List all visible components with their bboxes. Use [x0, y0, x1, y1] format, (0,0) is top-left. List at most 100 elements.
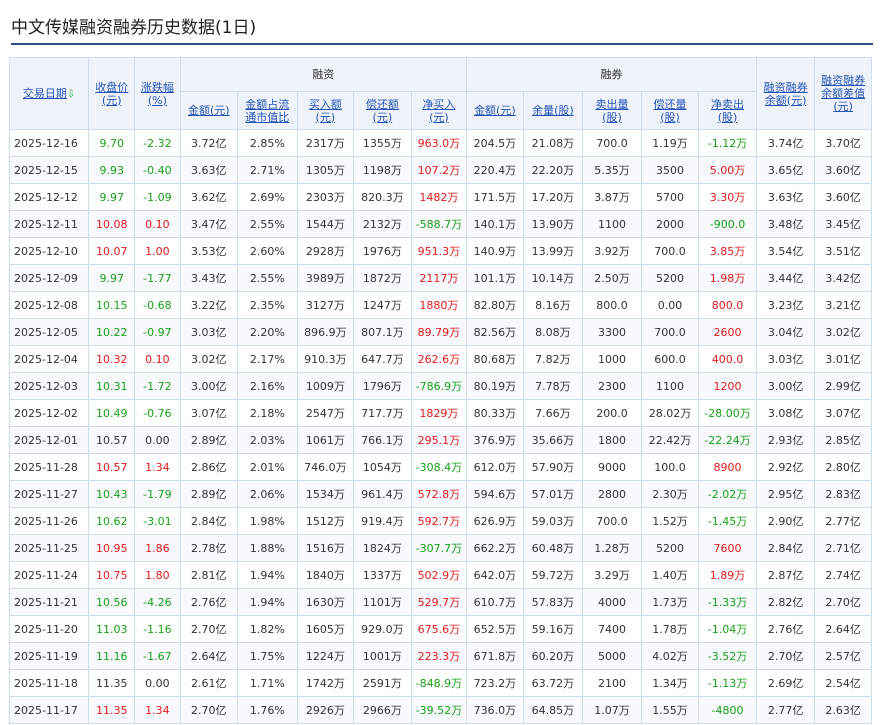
header-total-label[interactable]: 融资融券余额(元) — [760, 81, 812, 107]
header-total[interactable]: 融资融券余额(元) — [755, 57, 816, 130]
rq-sell-cell: 800.0 — [582, 291, 642, 319]
header-rz-ratio-label[interactable]: 金额占流通市值比 — [241, 98, 293, 124]
rz-net-cell: 2117万 — [410, 264, 468, 292]
header-date[interactable]: 交易日期⇩ — [8, 57, 90, 130]
change-cell: -1.79 — [134, 480, 181, 508]
header-rq-net[interactable]: 净卖出(股) — [698, 91, 757, 130]
rz-ratio-cell: 1.76% — [237, 696, 298, 724]
rz-net-cell: -786.9万 — [410, 372, 468, 400]
rz-net-cell: -307.7万 — [410, 534, 468, 562]
diff-cell: 3.21亿 — [814, 291, 872, 319]
header-rq-sell[interactable]: 卖出量(股) — [582, 91, 642, 130]
header-rq-sell-label[interactable]: 卖出量(股) — [592, 98, 632, 124]
header-rz-repay[interactable]: 偿还额(元) — [353, 91, 412, 130]
rz-net-cell: -39.52万 — [410, 696, 468, 724]
rz-buy-cell: 2928万 — [296, 237, 355, 265]
header-rq-repay-label[interactable]: 偿还量(股) — [650, 98, 690, 124]
rq-qty-cell: 60.20万 — [522, 642, 584, 670]
header-close-label[interactable]: 收盘价(元) — [93, 81, 131, 107]
header-rz-repay-label[interactable]: 偿还额(元) — [360, 98, 404, 124]
header-rz-amount-label[interactable]: 金额(元) — [184, 104, 234, 117]
rq-qty-cell: 63.72万 — [522, 669, 584, 697]
header-rq-net-label[interactable]: 净卖出(股) — [708, 98, 748, 124]
arrow-down-icon[interactable]: ⇩ — [67, 88, 75, 101]
rq-sell-cell: 2300 — [582, 372, 642, 400]
header-date-label[interactable]: 交易日期 — [23, 87, 67, 100]
rz-amount-cell: 2.61亿 — [179, 669, 239, 697]
total-cell: 2.76亿 — [755, 615, 816, 643]
rq-net-cell: 3.30万 — [698, 183, 757, 211]
rz-buy-cell: 1224万 — [296, 642, 355, 670]
table-row: 2025-12-05 10.22 -0.97 3.03亿 2.20% 896.9万 807.… — [8, 318, 872, 346]
header-rq-amount-label[interactable]: 金额(元) — [470, 104, 520, 117]
header-rq-qty-label[interactable]: 余量(股) — [527, 104, 579, 117]
header-rz-ratio[interactable]: 金额占流通市值比 — [237, 91, 298, 130]
table-row: 2025-12-16 9.70 -2.32 3.72亿 2.85% 2317万 1355万 9… — [8, 129, 872, 157]
rz-net-cell: 592.7万 — [410, 507, 468, 535]
date-cell: 2025-12-08 — [8, 291, 90, 319]
rq-net-cell: 3.85万 — [698, 237, 757, 265]
rq-qty-cell: 17.20万 — [522, 183, 584, 211]
close-cell: 10.07 — [88, 237, 136, 265]
rq-amount-cell: 642.0万 — [466, 561, 524, 589]
change-cell: 1.00 — [134, 237, 181, 265]
date-cell: 2025-11-24 — [8, 561, 90, 589]
close-cell: 11.16 — [88, 642, 136, 670]
rq-repay-cell: 1100 — [640, 372, 700, 400]
rq-amount-cell: 220.4万 — [466, 156, 524, 184]
change-cell: -1.67 — [134, 642, 181, 670]
change-cell: 0.10 — [134, 345, 181, 373]
table-row: 2025-11-26 10.62 -3.01 2.84亿 1.98% 1512万 919.4… — [8, 507, 872, 535]
close-cell: 10.56 — [88, 588, 136, 616]
diff-cell: 3.70亿 — [814, 129, 872, 157]
header-rz-buy-label[interactable]: 买入额(元) — [303, 98, 347, 124]
header-close[interactable]: 收盘价(元) — [88, 57, 136, 130]
rq-repay-cell: 1.34万 — [640, 669, 700, 697]
rz-amount-cell: 2.70亿 — [179, 696, 239, 724]
rz-buy-cell: 1512万 — [296, 507, 355, 535]
rz-repay-cell: 961.4万 — [353, 480, 412, 508]
close-cell: 10.08 — [88, 210, 136, 238]
rq-net-cell: -1.04万 — [698, 615, 757, 643]
close-cell: 10.31 — [88, 372, 136, 400]
diff-cell: 2.83亿 — [814, 480, 872, 508]
rz-ratio-cell: 1.71% — [237, 669, 298, 697]
rq-amount-cell: 610.7万 — [466, 588, 524, 616]
rq-repay-cell: 5200 — [640, 534, 700, 562]
rz-repay-cell: 1872万 — [353, 264, 412, 292]
rz-repay-cell: 1101万 — [353, 588, 412, 616]
header-change[interactable]: 涨跌幅(%) — [134, 57, 181, 130]
date-cell: 2025-12-05 — [8, 318, 90, 346]
rz-amount-cell: 3.62亿 — [179, 183, 239, 211]
header-rz-net[interactable]: 净买入(元) — [410, 91, 468, 130]
rz-buy-cell: 3127万 — [296, 291, 355, 319]
diff-cell: 3.45亿 — [814, 210, 872, 238]
header-diff[interactable]: 融资融券余额差值(元) — [814, 57, 872, 130]
rq-qty-cell: 8.08万 — [522, 318, 584, 346]
total-cell: 3.08亿 — [755, 399, 816, 427]
rq-amount-cell: 101.1万 — [466, 264, 524, 292]
rz-buy-cell: 1630万 — [296, 588, 355, 616]
diff-cell: 2.80亿 — [814, 453, 872, 481]
change-cell: -1.77 — [134, 264, 181, 292]
date-cell: 2025-12-12 — [8, 183, 90, 211]
change-cell: -0.97 — [134, 318, 181, 346]
header-rq-repay[interactable]: 偿还量(股) — [640, 91, 700, 130]
rq-sell-cell: 200.0 — [582, 399, 642, 427]
header-diff-label[interactable]: 融资融券余额差值(元) — [817, 74, 869, 113]
header-change-label[interactable]: 涨跌幅(%) — [138, 81, 176, 107]
diff-cell: 3.60亿 — [814, 183, 872, 211]
rq-repay-cell: 1.73万 — [640, 588, 700, 616]
header-rq-amount[interactable]: 金额(元) — [466, 91, 524, 130]
rz-buy-cell: 910.3万 — [296, 345, 355, 373]
header-rz-net-label[interactable]: 净买入(元) — [417, 98, 461, 124]
rz-repay-cell: 1198万 — [353, 156, 412, 184]
header-group-rz: 融资 — [179, 57, 468, 92]
header-rq-qty[interactable]: 余量(股) — [522, 91, 584, 130]
diff-cell: 2.63亿 — [814, 696, 872, 724]
header-rz-buy[interactable]: 买入额(元) — [296, 91, 355, 130]
rz-amount-cell: 2.70亿 — [179, 615, 239, 643]
rz-repay-cell: 2132万 — [353, 210, 412, 238]
header-rz-amount[interactable]: 金额(元) — [179, 91, 239, 130]
rq-sell-cell: 3300 — [582, 318, 642, 346]
